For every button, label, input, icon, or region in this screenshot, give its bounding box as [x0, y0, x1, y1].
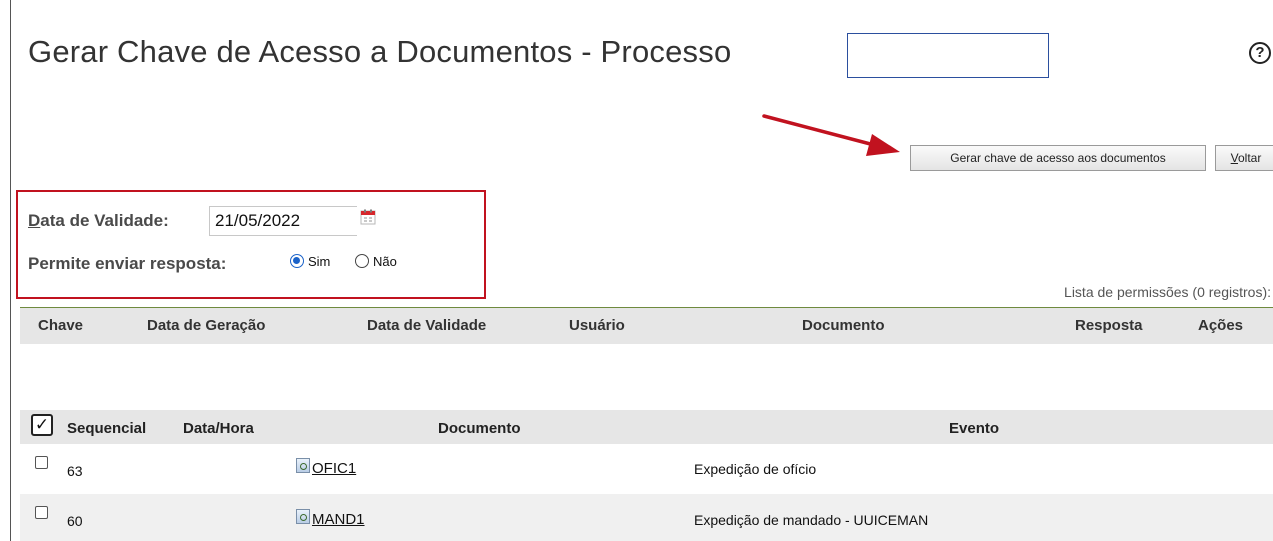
col-data-hora: Data/Hora — [183, 420, 254, 437]
document-icon[interactable] — [296, 458, 310, 473]
col-sequencial: Sequencial — [67, 420, 147, 437]
validity-date-input[interactable]: 21/05/2022 — [209, 206, 357, 236]
table-row — [20, 444, 1273, 494]
generate-access-key-button[interactable]: Gerar chave de acesso aos documentos — [910, 145, 1206, 171]
validity-date-label: Data de Validade: — [28, 211, 169, 231]
row-sequencial: 60 — [67, 513, 83, 529]
radio-nao[interactable] — [355, 254, 369, 268]
red-arrow-annotation — [762, 114, 900, 156]
row-evento: Expedição de mandado - UUICEMAN — [694, 512, 929, 528]
permissions-caption: Lista de permissões (0 registros): — [1064, 284, 1271, 300]
col-documento: Documento — [802, 317, 885, 334]
row-evento: Expedição de ofício — [694, 461, 817, 477]
select-all-checkbox[interactable]: ✓ — [31, 414, 53, 436]
radio-sim[interactable] — [290, 254, 304, 268]
back-button[interactable]: Voltar — [1215, 145, 1273, 171]
option-nao-label[interactable]: Não — [373, 254, 397, 269]
col-resposta: Resposta — [1075, 317, 1143, 334]
table-row — [20, 494, 1273, 541]
option-sim-label[interactable]: Sim — [308, 254, 330, 269]
help-circle-icon[interactable]: ? — [1249, 42, 1271, 64]
row-checkbox[interactable] — [35, 456, 48, 469]
col-data-validade: Data de Validade — [367, 317, 487, 334]
col-evento: Evento — [949, 420, 1000, 437]
validity-accesskey: D — [28, 211, 41, 230]
page-title: Gerar Chave de Acesso a Documentos - Pro… — [28, 34, 732, 69]
validity-label-text: ata de Validade: — [40, 211, 169, 230]
col-doc: Documento — [438, 420, 521, 437]
document-link[interactable]: OFIC1 — [312, 460, 356, 477]
col-acoes: Ações — [1198, 317, 1244, 334]
col-chave: Chave — [38, 317, 84, 334]
row-sequencial: 63 — [67, 463, 83, 479]
document-link[interactable]: MAND1 — [312, 511, 365, 528]
left-border — [10, 0, 11, 541]
process-number-input[interactable] — [847, 33, 1049, 78]
back-accesskey: V — [1230, 151, 1238, 165]
back-label: oltar — [1238, 151, 1262, 165]
col-data-geracao: Data de Geração — [147, 317, 266, 334]
allow-response-label: Permite enviar resposta: — [28, 254, 227, 273]
document-icon[interactable] — [296, 509, 310, 524]
calendar-icon[interactable] — [360, 209, 376, 225]
col-usuario: Usuário — [569, 317, 625, 334]
row-checkbox[interactable] — [35, 506, 48, 519]
